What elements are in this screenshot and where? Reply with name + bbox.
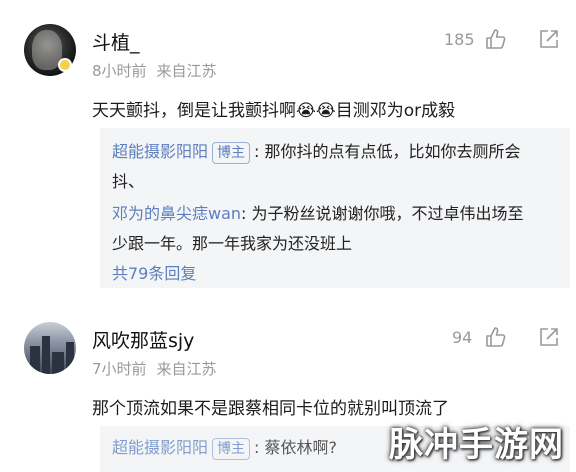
- reply-section: 超能摄影阳阳 博主: 那你抖的点有点低，比如你去厕所会 抖、 邓为的鼻尖痣wan:…: [100, 128, 570, 288]
- comment-time: 7小时前: [92, 360, 147, 378]
- reply-author[interactable]: 邓为的鼻尖痣wan: [112, 204, 241, 223]
- comment-meta: 8小时前 来自江苏: [92, 60, 217, 81]
- comment-username[interactable]: 斗植_: [92, 28, 140, 55]
- thumbs-up-icon[interactable]: [484, 326, 506, 348]
- reply-text: : 那你抖的点有点低，比如你去厕所会: [254, 142, 521, 161]
- reply-author[interactable]: 超能摄影阳阳: [112, 142, 208, 161]
- comment-location: 来自江苏: [156, 62, 217, 80]
- comment-location: 来自江苏: [156, 360, 217, 378]
- reply-item[interactable]: 邓为的鼻尖痣wan: 为子粉丝说谢谢你哦，不过卓伟出场至: [112, 200, 524, 224]
- reply-text-continued: 抖、: [112, 172, 145, 191]
- author-tag: 博主: [212, 438, 251, 460]
- view-more-replies-link[interactable]: 共79条回复: [112, 260, 196, 284]
- comment-text: 天天颤抖，倒是让我颤抖啊😭😭目测邓为or成毅: [92, 101, 456, 121]
- thumbs-up-icon[interactable]: [484, 28, 506, 50]
- like-count: 94: [452, 328, 473, 347]
- author-tag: 博主: [212, 142, 251, 164]
- comment-username[interactable]: 风吹那蓝sjy: [92, 326, 194, 353]
- share-icon[interactable]: [538, 326, 560, 348]
- reply-item[interactable]: 超能摄影阳阳 博主: 那你抖的点有点低，比如你去厕所会: [112, 138, 521, 164]
- comment-time: 8小时前: [92, 62, 147, 80]
- share-icon[interactable]: [538, 28, 560, 50]
- like-count: 185: [444, 30, 475, 49]
- verified-badge-icon: [58, 58, 72, 72]
- comment-meta: 7小时前 来自江苏: [92, 358, 217, 379]
- reply-text: : 蔡依林啊?: [254, 438, 337, 457]
- reply-author[interactable]: 超能摄影阳阳: [112, 438, 208, 457]
- avatar[interactable]: [24, 322, 76, 374]
- watermark-logo: 脉冲手游网: [389, 425, 564, 465]
- reply-text: : 为子粉丝说谢谢你哦，不过卓伟出场至: [241, 204, 524, 223]
- comment-text: 那个顶流如果不是跟蔡相同卡位的就别叫顶流了: [92, 399, 449, 419]
- reply-item[interactable]: 超能摄影阳阳 博主: 蔡依林啊?: [112, 434, 337, 460]
- reply-text-continued: 少跟一年。那一年我家为还没班上: [112, 234, 353, 253]
